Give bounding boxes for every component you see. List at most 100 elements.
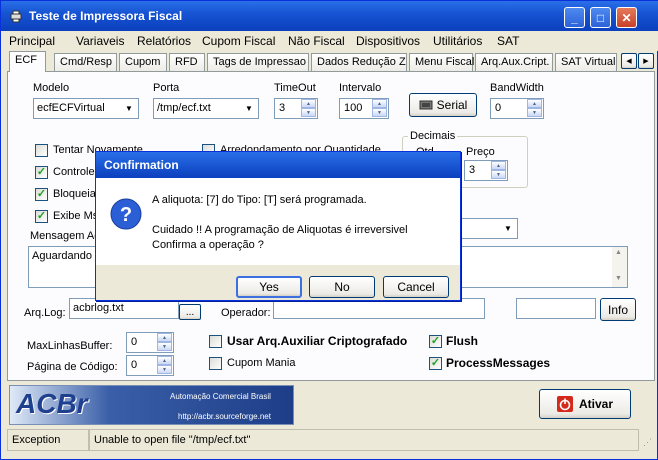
cupom-mania-checkbox[interactable] — [209, 357, 222, 370]
maximize-icon: □ — [596, 10, 605, 25]
spin-down-icon[interactable]: ▼ — [372, 108, 387, 117]
cancel-button[interactable]: Cancel — [383, 276, 449, 298]
scroll-up-icon[interactable]: ▲ — [615, 249, 622, 256]
spin-down-icon[interactable]: ▼ — [157, 365, 172, 374]
pagina-codigo-stepper[interactable]: 0 ▲ ▼ — [126, 355, 174, 376]
tab-cupom[interactable]: Cupom — [119, 53, 167, 71]
info-input[interactable] — [516, 298, 596, 319]
bandwidth-value: 0 — [495, 102, 502, 114]
menu-principal[interactable]: Principal — [9, 34, 55, 48]
preco-label: Preço — [466, 146, 495, 158]
max-linhas-stepper[interactable]: 0 ▲ ▼ — [126, 332, 174, 353]
ativar-button[interactable]: Ativar — [539, 389, 631, 419]
serial-port-icon — [419, 100, 433, 110]
maximize-button[interactable]: □ — [590, 7, 611, 28]
spin-down-icon[interactable]: ▼ — [527, 108, 542, 117]
dialog-title[interactable]: Confirmation — [96, 152, 460, 178]
spin-up-icon[interactable]: ▲ — [301, 99, 316, 108]
timeout-stepper[interactable]: 3 ▲ ▼ — [274, 98, 318, 119]
banner-line2: http://acbr.sourceforge.net — [178, 412, 271, 421]
yes-button-label: Yes — [259, 280, 279, 294]
flush-checkbox[interactable]: ✓ — [429, 335, 442, 348]
svg-text:?: ? — [120, 204, 132, 226]
menu-variaveis[interactable]: Variaveis — [76, 34, 124, 48]
max-linhas-value: 0 — [131, 336, 138, 348]
timeout-label: TimeOut — [274, 82, 316, 94]
menu-sat[interactable]: SAT — [497, 34, 519, 48]
title-bar[interactable]: Teste de Impressora Fiscal _ □ ✕ — [1, 1, 658, 31]
info-button-label: Info — [607, 302, 628, 317]
close-button[interactable]: ✕ — [616, 7, 637, 28]
tab-scroll-left-button[interactable]: ◀ — [621, 53, 637, 69]
menu-cupom-fiscal[interactable]: Cupom Fiscal — [202, 34, 275, 48]
minimize-icon: _ — [571, 10, 578, 25]
menu-nao-fiscal[interactable]: Não Fiscal — [288, 34, 345, 48]
tab-scroll-right-button[interactable]: ▶ — [638, 53, 654, 69]
decimais-label: Decimais — [408, 130, 458, 142]
spin-down-icon[interactable]: ▼ — [157, 342, 172, 351]
tab-dados-reducao-z[interactable]: Dados Redução Z — [311, 53, 407, 71]
preco-value: 3 — [469, 164, 476, 176]
tab-ecf[interactable]: ECF — [9, 51, 46, 72]
resize-grip-icon[interactable]: ⋰ — [643, 437, 652, 448]
bloqueia-mouse-checkbox[interactable]: ✓ — [35, 188, 48, 201]
controle-porta-checkbox[interactable]: ✓ — [35, 166, 48, 179]
menu-dispositivos[interactable]: Dispositivos — [356, 34, 420, 48]
process-messages-checkbox[interactable]: ✓ — [429, 357, 442, 370]
preco-stepper[interactable]: 3 ▲ ▼ — [464, 160, 508, 181]
tab-sat-virtual[interactable]: SAT Virtual — [555, 53, 617, 71]
max-linhas-label: MaxLinhasBuffer: — [27, 340, 113, 352]
scroll-down-icon[interactable]: ▼ — [615, 275, 622, 282]
mensagem-scrollbar[interactable]: ▲ ▼ — [612, 247, 627, 287]
modelo-value: ecfECFVirtual — [37, 102, 105, 114]
no-button[interactable]: No — [309, 276, 375, 298]
acbr-logo: ACBr — [16, 388, 88, 419]
modelo-label: Modelo — [33, 82, 70, 94]
acbr-banner: ACBr Automação Comercial Brasil http://a… — [9, 385, 294, 425]
flush-label: Flush — [446, 334, 478, 348]
tab-tags-impressao[interactable]: Tags de Impressao — [207, 53, 309, 71]
spin-up-icon[interactable]: ▲ — [491, 161, 506, 170]
tab-rfd[interactable]: RFD — [169, 53, 205, 71]
bandwidth-stepper[interactable]: 0 ▲ ▼ — [490, 98, 544, 119]
arq-log-input[interactable]: acbrlog.txt — [69, 298, 179, 319]
modelo-select[interactable]: ecfECFVirtual ▼ — [33, 98, 139, 119]
arq-log-label: Arq.Log: — [24, 307, 66, 319]
browse-button[interactable]: ... — [179, 304, 201, 320]
dialog-line3: Confirma a operação ? — [152, 239, 264, 251]
serial-button[interactable]: Serial — [409, 93, 477, 117]
operador-input[interactable] — [273, 298, 485, 319]
tab-menu-fiscal[interactable]: Menu Fiscal — [409, 53, 474, 71]
spin-up-icon[interactable]: ▲ — [372, 99, 387, 108]
tentar-novamente-checkbox[interactable] — [35, 144, 48, 157]
spin-down-icon[interactable]: ▼ — [491, 170, 506, 179]
menu-utilitarios[interactable]: Utilitários — [433, 34, 482, 48]
power-icon — [556, 396, 573, 412]
intervalo-label: Intervalo — [339, 82, 382, 94]
arrow-left-icon: ◀ — [626, 58, 632, 65]
spin-down-icon[interactable]: ▼ — [301, 108, 316, 117]
mensagem-label: Mensagem Ag — [30, 230, 101, 242]
question-icon: ? — [110, 198, 142, 230]
tab-arq-aux-cript[interactable]: Arq.Aux.Cript. — [475, 53, 553, 71]
chevron-down-icon: ▼ — [125, 104, 133, 113]
spin-up-icon[interactable]: ▲ — [157, 333, 172, 342]
chevron-down-icon: ▼ — [245, 104, 253, 113]
spin-up-icon[interactable]: ▲ — [527, 99, 542, 108]
exibe-msg-checkbox[interactable]: ✓ — [35, 210, 48, 223]
intervalo-stepper[interactable]: 100 ▲ ▼ — [339, 98, 389, 119]
menu-relatorios[interactable]: Relatórios — [137, 34, 191, 48]
intervalo-value: 100 — [344, 102, 363, 114]
spin-up-icon[interactable]: ▲ — [157, 356, 172, 365]
status-right: Unable to open file "/tmp/ecf.txt" — [89, 429, 639, 451]
porta-select[interactable]: /tmp/ecf.txt ▼ — [153, 98, 259, 119]
yes-button[interactable]: Yes — [236, 276, 302, 298]
minimize-button[interactable]: _ — [564, 7, 585, 28]
cancel-button-label: Cancel — [397, 280, 435, 294]
usar-arq-aux-checkbox[interactable] — [209, 335, 222, 348]
info-button[interactable]: Info — [600, 298, 636, 321]
tab-cmd-resp[interactable]: Cmd/Resp — [54, 53, 117, 71]
pagina-codigo-value: 0 — [131, 359, 138, 371]
window-title: Teste de Impressora Fiscal — [29, 9, 183, 23]
menu-bar: Principal Variaveis Relatórios Cupom Fis… — [1, 31, 658, 51]
